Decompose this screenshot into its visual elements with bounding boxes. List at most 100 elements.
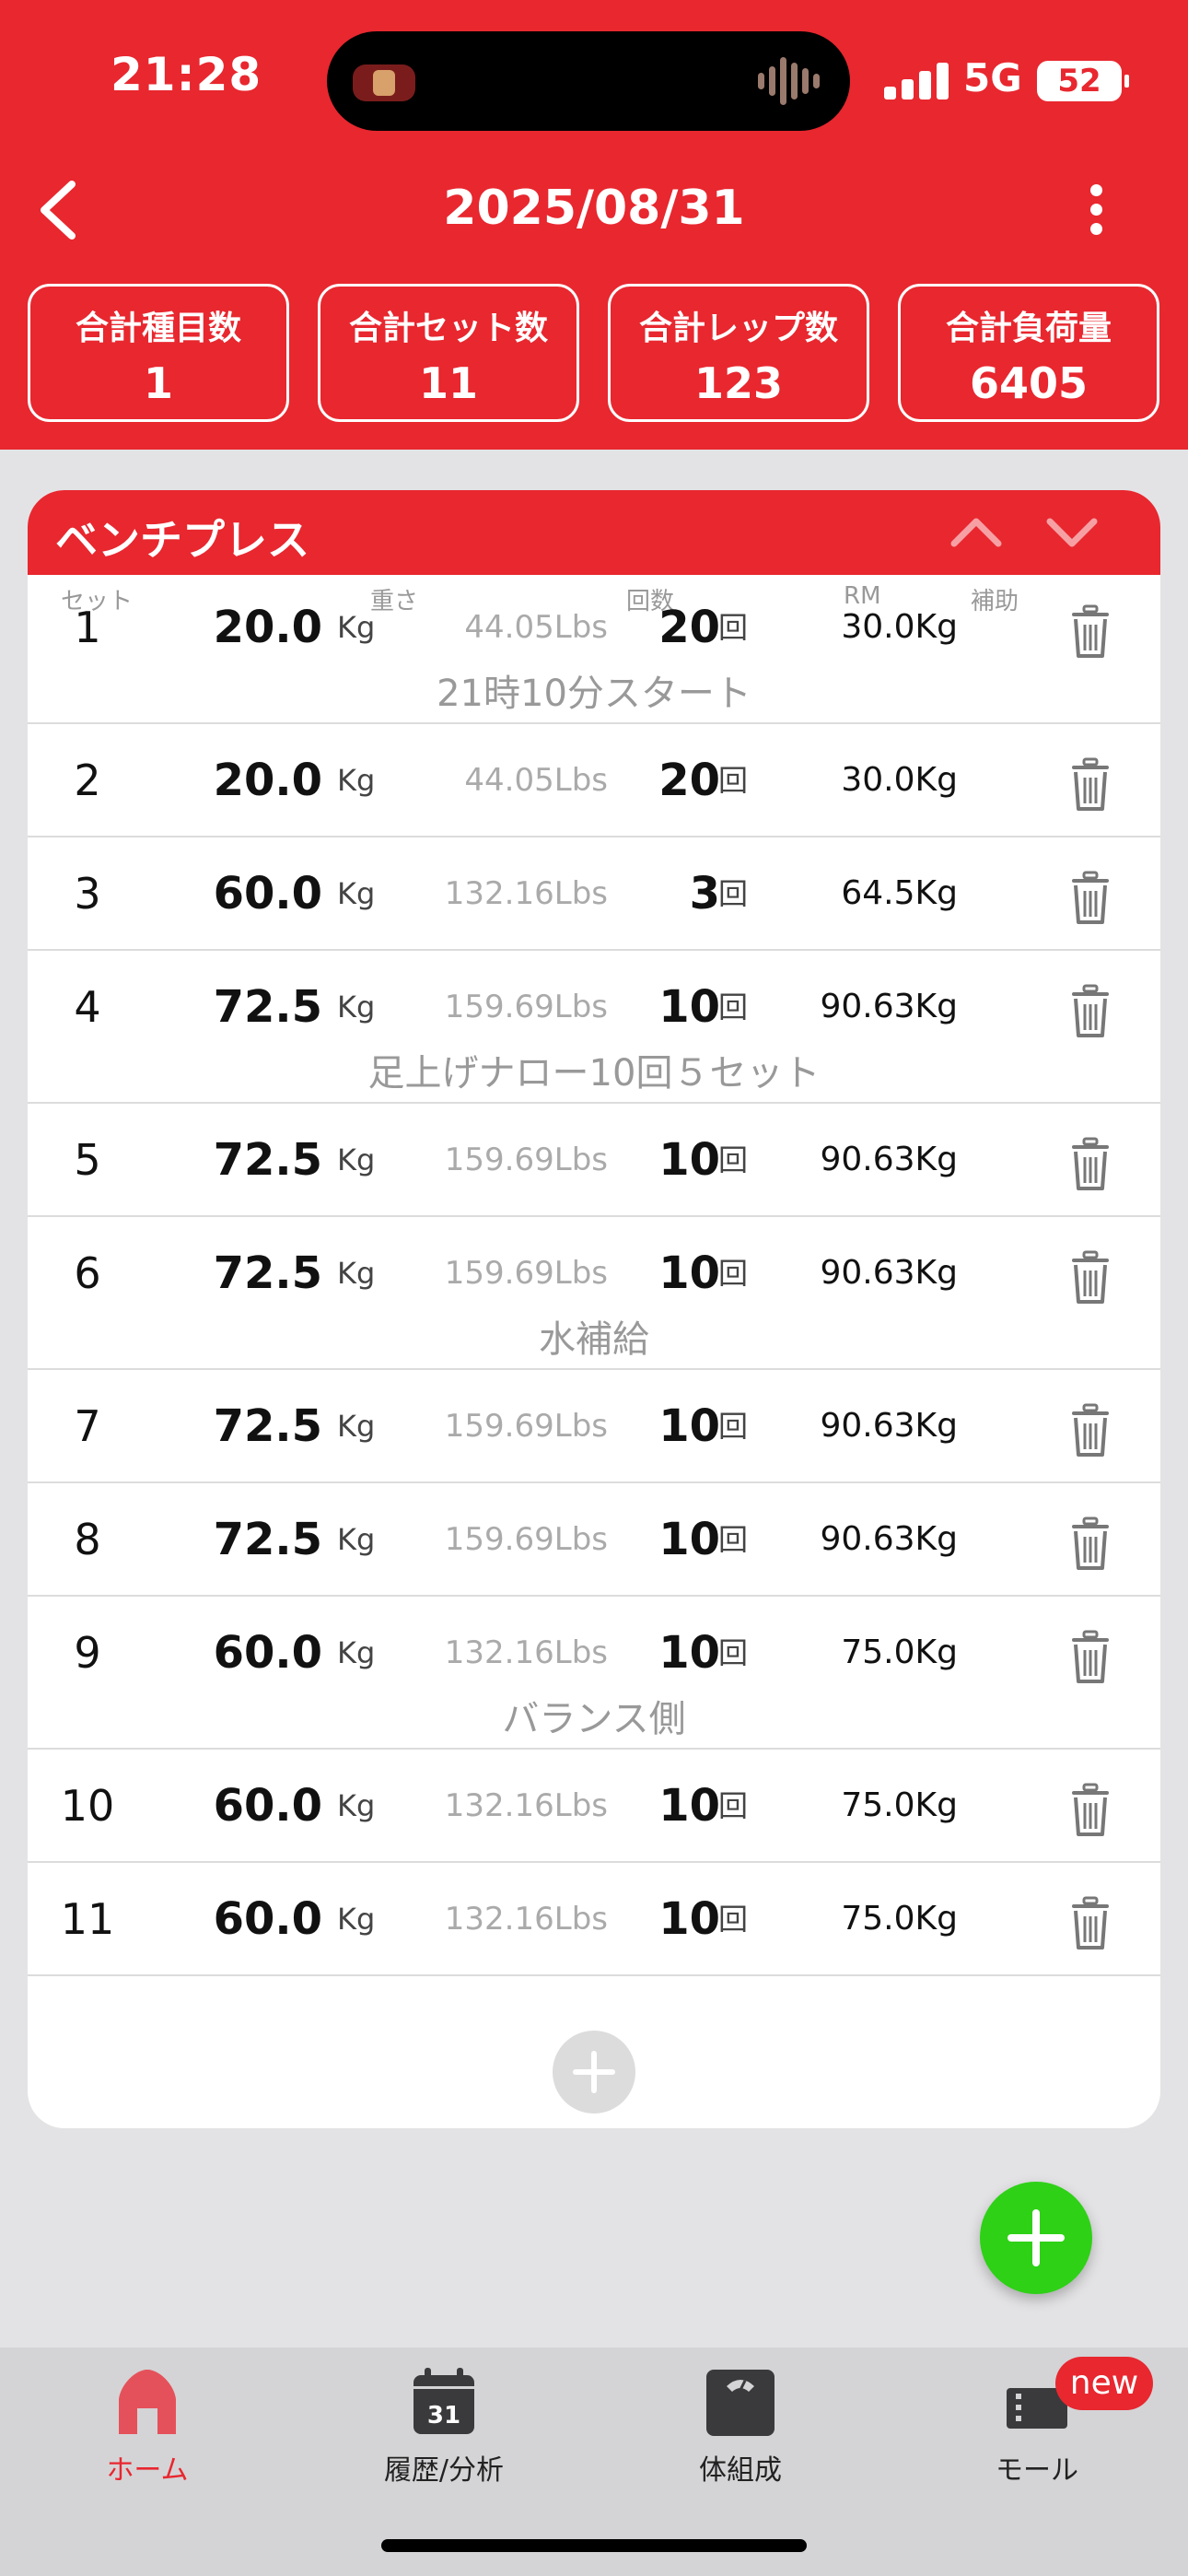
weight-value[interactable]: 60.0: [214, 1863, 322, 1975]
set-number: 7: [74, 1401, 101, 1451]
weight-unit: Kg: [337, 876, 376, 911]
header: 21:28 5G 52 2025/08/31 合計種目数 1 合計セット数 11: [0, 0, 1188, 450]
set-number: 2: [74, 755, 101, 805]
reps-value[interactable]: 3: [690, 837, 720, 950]
stat-value: 11: [418, 358, 478, 408]
stat-label: 合計負荷量: [945, 310, 1112, 347]
weight-value[interactable]: 60.0: [214, 837, 322, 950]
set-row[interactable]: 2 20.0 Kg 44.05Lbs 20 回 30.0Kg: [28, 724, 1160, 837]
reps-value[interactable]: 10: [658, 1750, 720, 1862]
set-row[interactable]: 5 72.5 Kg 159.69Lbs 10 回 90.63Kg: [28, 1104, 1160, 1217]
trash-icon[interactable]: [1068, 1891, 1112, 1950]
tab-label: 履歴/分析: [383, 2454, 505, 2487]
exercise-header[interactable]: ベンチプレス: [28, 490, 1160, 575]
add-exercise-button[interactable]: [980, 2182, 1092, 2294]
stat-label: 合計種目数: [75, 310, 241, 347]
stat-total-volume: 合計負荷量 6405: [898, 284, 1159, 422]
more-options-button[interactable]: [1074, 181, 1120, 238]
stat-value: 6405: [969, 358, 1089, 408]
weight-lbs: 159.69Lbs: [444, 1408, 608, 1445]
stat-value: 1: [143, 358, 173, 408]
reps-value[interactable]: 10: [658, 1104, 720, 1216]
set-row[interactable]: 4 72.5 Kg 159.69Lbs 10 回 90.63Kg 足上げナロー10回５セット: [28, 951, 1160, 1104]
rm-value: 90.63Kg: [820, 1141, 958, 1178]
rm-value: 75.0Kg: [841, 1900, 958, 1938]
stat-total-exercises: 合計種目数 1: [28, 284, 289, 422]
weight-lbs: 132.16Lbs: [444, 875, 608, 912]
reps-value[interactable]: 10: [658, 1370, 720, 1482]
dynamic-island[interactable]: [327, 31, 850, 131]
reps-value[interactable]: 20: [658, 724, 720, 837]
reps-value[interactable]: 10: [658, 1483, 720, 1596]
set-number: 8: [74, 1515, 101, 1564]
weight-value[interactable]: 72.5: [214, 1483, 322, 1596]
weight-value[interactable]: 20.0: [214, 724, 322, 837]
weight-lbs: 159.69Lbs: [444, 1142, 608, 1178]
reps-unit: 回: [718, 1142, 749, 1177]
signal-icon: [884, 61, 949, 100]
tab-home[interactable]: ホーム: [37, 2366, 258, 2488]
weight-unit: Kg: [337, 1409, 376, 1444]
reps-unit: 回: [718, 876, 749, 911]
reps-unit: 回: [718, 1788, 749, 1823]
set-row[interactable]: 3 60.0 Kg 132.16Lbs 3 回 64.5Kg: [28, 837, 1160, 951]
home-indicator: [381, 2539, 807, 2552]
reps-unit: 回: [718, 1522, 749, 1557]
reps-value[interactable]: 10: [658, 1863, 720, 1975]
stat-label: 合計セット数: [348, 310, 548, 347]
weight-unit: Kg: [337, 763, 376, 798]
home-icon: [111, 2366, 183, 2440]
trash-icon[interactable]: [1068, 1511, 1112, 1570]
tab-label: 体組成: [699, 2454, 782, 2487]
set-memo[interactable]: 足上げナロー10回５セット: [28, 1043, 1160, 1096]
trash-icon[interactable]: [1068, 1245, 1112, 1304]
set-memo[interactable]: 水補給: [28, 1309, 1160, 1363]
set-row[interactable]: 8 72.5 Kg 159.69Lbs 10 回 90.63Kg: [28, 1483, 1160, 1597]
chevron-up-icon[interactable]: [949, 510, 1004, 553]
weight-lbs: 132.16Lbs: [444, 1901, 608, 1938]
trash-icon[interactable]: [1068, 978, 1112, 1037]
set-row[interactable]: 11 60.0 Kg 132.16Lbs 10 回 75.0Kg: [28, 1863, 1160, 1976]
trash-icon[interactable]: [1068, 1131, 1112, 1190]
reps-unit: 回: [718, 1409, 749, 1444]
weight-unit: Kg: [337, 1902, 376, 1937]
weight-value[interactable]: 72.5: [214, 1104, 322, 1216]
tab-label: モール: [996, 2454, 1078, 2487]
set-memo[interactable]: バランス側: [28, 1689, 1160, 1742]
set-row[interactable]: 7 72.5 Kg 159.69Lbs 10 回 90.63Kg: [28, 1370, 1160, 1483]
weight-value[interactable]: 72.5: [214, 1370, 322, 1482]
rm-value: 90.63Kg: [820, 1407, 958, 1445]
exercise-card: ベンチプレス セット 重さ 回数 RM 補助 1 20.0 Kg 44.05Lbs 20…: [28, 490, 1160, 2128]
trash-icon[interactable]: [1068, 1624, 1112, 1683]
trash-icon[interactable]: [1068, 1777, 1112, 1836]
weight-unit: Kg: [337, 1788, 376, 1823]
set-memo[interactable]: 21時10分スタート: [28, 663, 1160, 717]
weight-lbs: 159.69Lbs: [444, 1521, 608, 1558]
trash-icon[interactable]: [1068, 865, 1112, 924]
set-number: 10: [60, 1781, 115, 1831]
weight-unit: Kg: [337, 1142, 376, 1177]
trash-icon[interactable]: [1068, 599, 1112, 658]
stat-total-sets: 合計セット数 11: [318, 284, 579, 422]
set-number: 5: [74, 1135, 101, 1185]
weight-value[interactable]: 60.0: [214, 1750, 322, 1862]
status-time: 21:28: [111, 48, 262, 101]
stat-value: 123: [693, 358, 784, 408]
add-set-button[interactable]: [553, 2031, 635, 2113]
reps-unit: 回: [718, 763, 749, 798]
audio-wave-icon: [758, 57, 822, 105]
tab-history-analysis[interactable]: 31 履歴/分析: [333, 2366, 554, 2488]
weight-unit: Kg: [337, 1522, 376, 1557]
set-row[interactable]: 6 72.5 Kg 159.69Lbs 10 回 90.63Kg 水補給: [28, 1217, 1160, 1370]
chevron-down-icon[interactable]: [1044, 510, 1100, 553]
exercise-name: ベンチプレス: [55, 515, 309, 565]
set-row[interactable]: 1 20.0 Kg 44.05Lbs 20 回 30.0Kg 21時10分スタート: [28, 571, 1160, 724]
trash-icon[interactable]: [1068, 1398, 1112, 1457]
set-row[interactable]: 10 60.0 Kg 132.16Lbs 10 回 75.0Kg: [28, 1750, 1160, 1863]
set-row[interactable]: 9 60.0 Kg 132.16Lbs 10 回 75.0Kg バランス側: [28, 1597, 1160, 1750]
tab-body-composition[interactable]: 体組成: [630, 2366, 851, 2488]
calendar-day: 31: [427, 2402, 460, 2430]
stat-label: 合計レップ数: [638, 310, 838, 347]
trash-icon[interactable]: [1068, 752, 1112, 811]
battery-icon: 52: [1037, 61, 1129, 101]
